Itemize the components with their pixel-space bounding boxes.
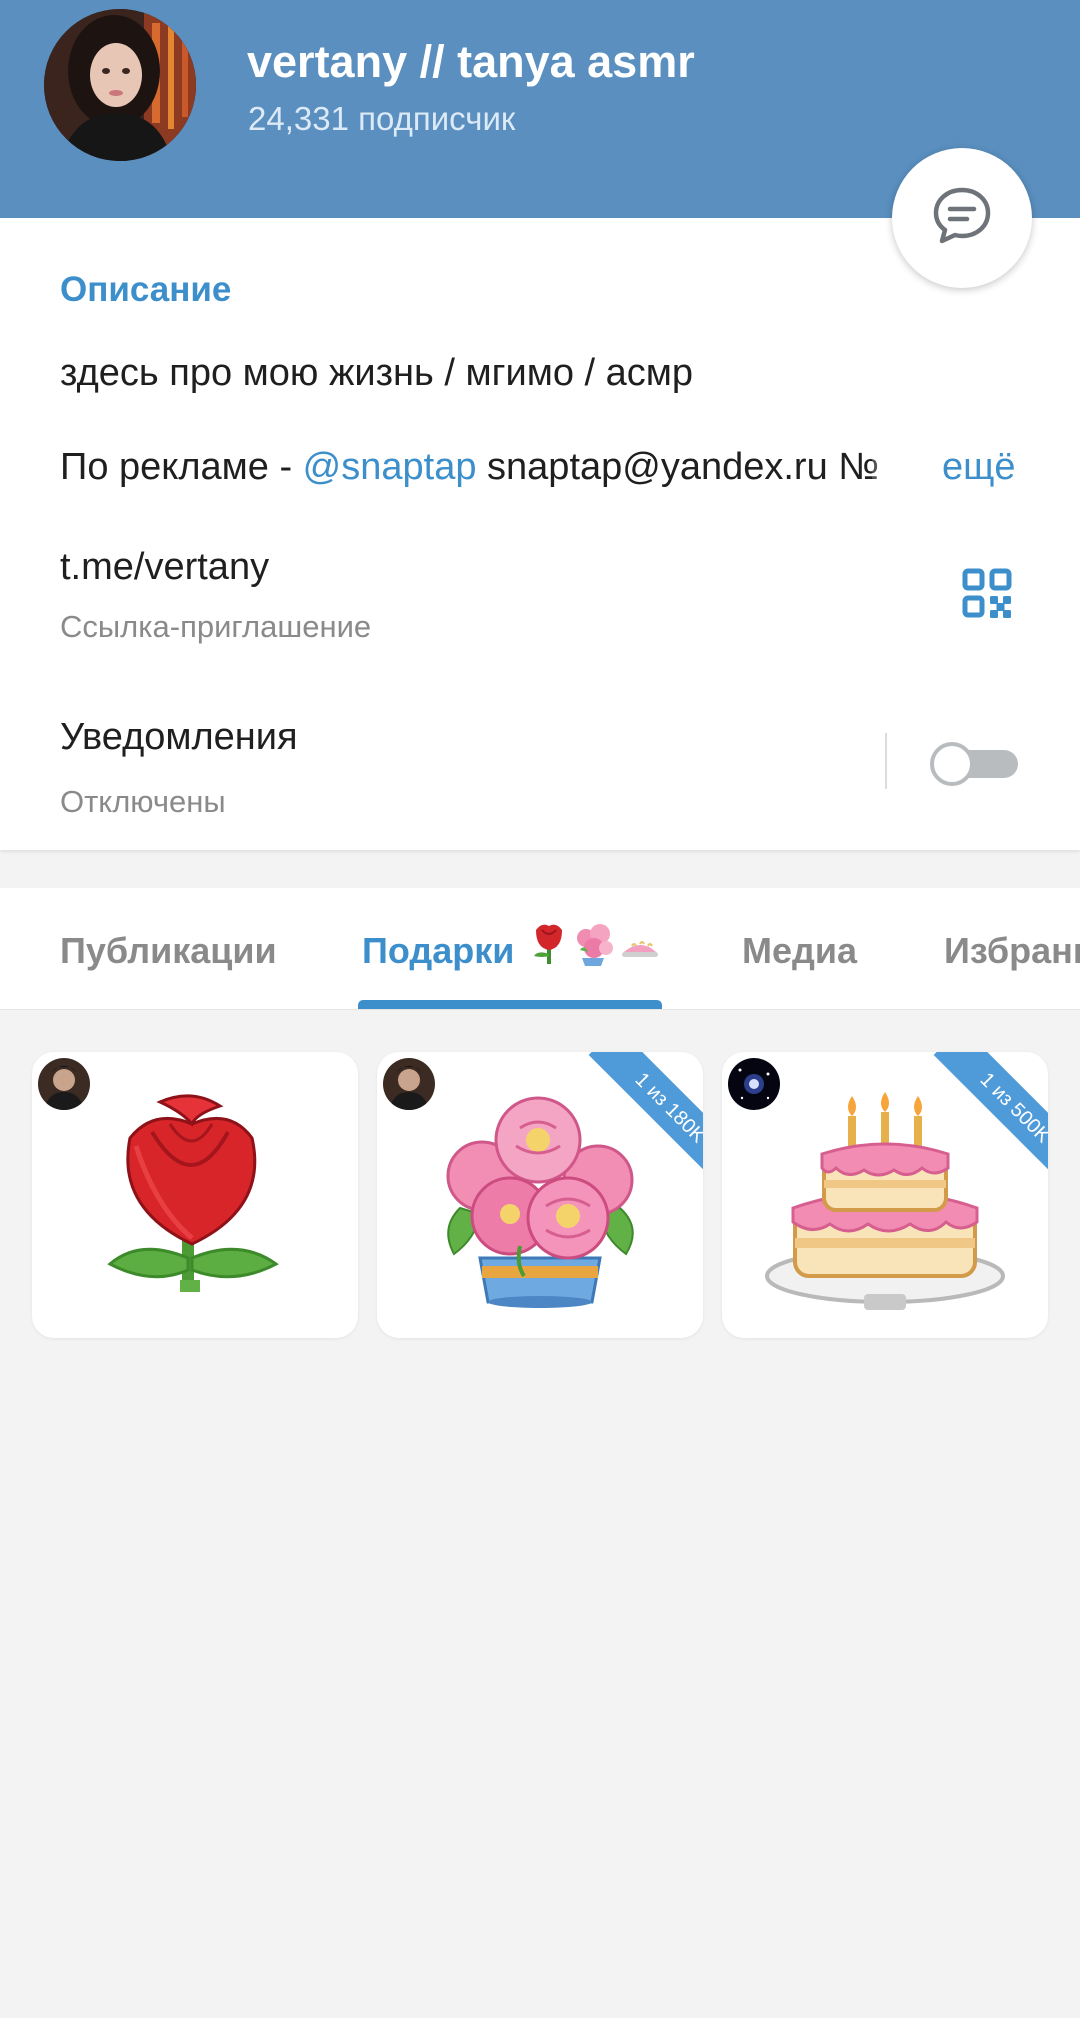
ad-contact-line: По рекламе - @snaptap snaptap@yandex.ru … — [60, 446, 880, 489]
tab-publications[interactable]: Публикации — [60, 930, 277, 972]
gift-card-bouquet[interactable]: 1 из 180K — [377, 1052, 703, 1338]
text-fade — [872, 440, 942, 496]
rose-gift-icon — [100, 1088, 290, 1313]
discuss-button[interactable] — [892, 148, 1032, 288]
ad-email[interactable]: snaptap@yandex.ru — [476, 446, 828, 488]
cake-gift-icon — [760, 1076, 1010, 1321]
qr-code-button[interactable] — [962, 568, 1012, 618]
tab-gifts[interactable]: Подарки — [362, 930, 514, 972]
qr-code-icon — [962, 568, 1012, 622]
channel-avatar[interactable] — [44, 9, 196, 161]
subscriber-count: 24,331 подписчик — [248, 100, 516, 137]
gift-card-cake[interactable]: 1 из 500K — [722, 1052, 1048, 1338]
tab-media[interactable]: Медиа — [742, 930, 857, 972]
show-more-link[interactable]: ещё — [942, 446, 1016, 489]
description-text: здесь про мою жизнь / мгимо / асмр — [60, 352, 694, 394]
description-heading: Описание — [60, 270, 232, 309]
gifts-grid: 1 из 180K 1 из 500K — [0, 1010, 1080, 2018]
active-tab-indicator — [358, 1000, 662, 1009]
notifications-status: Отключены — [60, 784, 226, 819]
profile-tabs: Публикации Подарки Медиа Избранное — [0, 888, 1080, 1010]
channel-title: vertany // tanya asmr — [247, 36, 695, 87]
divider — [885, 733, 887, 789]
tab-saved[interactable]: Избранное — [944, 930, 1080, 972]
ad-prefix: По рекламе - — [60, 446, 303, 488]
sender-avatar — [38, 1058, 90, 1110]
rose-icon — [528, 918, 658, 971]
ad-mention-link[interactable]: @snaptap — [303, 446, 477, 488]
gift-card-rose[interactable] — [32, 1052, 358, 1338]
toggle-knob — [930, 742, 974, 786]
notifications-toggle[interactable] — [930, 740, 1018, 786]
notifications-title: Уведомления — [60, 716, 298, 758]
invite-link[interactable]: t.me/vertany — [60, 546, 269, 589]
bouquet-gift-icon — [420, 1088, 660, 1323]
invite-link-caption: Ссылка-приглашение — [60, 609, 372, 644]
chat-bubble-icon — [930, 184, 994, 253]
